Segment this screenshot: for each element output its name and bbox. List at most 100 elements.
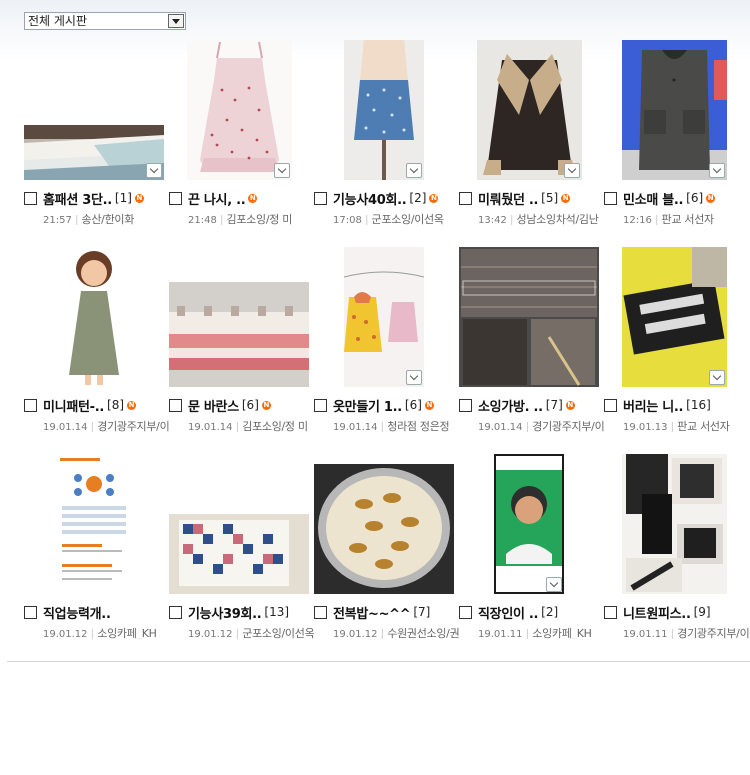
post-title[interactable]: 직장인이 .. bbox=[478, 603, 538, 622]
post-title[interactable]: 민소매 블.. bbox=[623, 189, 683, 208]
post-checkbox[interactable] bbox=[314, 398, 327, 412]
post-title[interactable]: 홈패션 3단.. bbox=[43, 189, 112, 208]
board-filter-select[interactable]: 전체 게시판 bbox=[24, 12, 186, 30]
chevron-down-icon[interactable] bbox=[546, 577, 562, 592]
post-card: 직업능력개.. 19.01.12 | 소잉카페_KH bbox=[24, 452, 169, 659]
post-title[interactable]: 소잉가방. .. bbox=[478, 396, 543, 415]
post-thumbnail[interactable] bbox=[54, 454, 134, 594]
post-title[interactable]: 옷만들기 1.. bbox=[333, 396, 402, 415]
meta-separator: | bbox=[364, 213, 369, 225]
post-title[interactable]: 문 바란스 bbox=[188, 396, 239, 415]
post-writer[interactable]: 경기광주지부/이 bbox=[97, 420, 169, 432]
post-checkbox[interactable] bbox=[169, 398, 182, 412]
post-thumbnail[interactable] bbox=[621, 247, 727, 387]
post-writer[interactable]: 수원권선소잉/권 bbox=[387, 627, 459, 639]
post-thumbnail[interactable] bbox=[169, 282, 309, 387]
post-title-line: 소잉가방. .. [7] N bbox=[459, 396, 604, 415]
post-title[interactable]: 버리는 니.. bbox=[623, 396, 683, 415]
post-checkbox[interactable] bbox=[169, 605, 182, 619]
post-thumbnail[interactable] bbox=[186, 40, 292, 180]
thumbnail-wrap bbox=[314, 245, 454, 387]
comment-count[interactable]: [5] bbox=[541, 191, 558, 205]
post-writer[interactable]: 성남소잉차석/김난 bbox=[517, 213, 599, 225]
post-thumbnail[interactable] bbox=[314, 464, 454, 594]
post-time: 21:48 bbox=[188, 215, 217, 225]
comment-count[interactable]: [6] bbox=[405, 398, 422, 412]
post-thumbnail[interactable] bbox=[494, 454, 564, 594]
post-checkbox[interactable] bbox=[314, 605, 327, 619]
post-time: 19.01.12 bbox=[333, 629, 378, 639]
post-title[interactable]: 기능사40회.. bbox=[333, 189, 407, 208]
post-thumbnail[interactable] bbox=[24, 125, 164, 180]
comment-count[interactable]: [6] bbox=[242, 398, 259, 412]
post-card: 옷만들기 1.. [6] N 19.01.14 | 청라점 정은정 bbox=[314, 245, 459, 452]
post-checkbox[interactable] bbox=[604, 605, 617, 619]
post-checkbox[interactable] bbox=[169, 191, 182, 205]
post-title[interactable]: 전복밥~~^^ bbox=[333, 603, 411, 622]
new-badge-icon: N bbox=[248, 193, 258, 203]
post-title[interactable]: 니트원피스.. bbox=[623, 603, 691, 622]
new-badge-icon: N bbox=[134, 193, 144, 203]
post-writer[interactable]: 경기광주지부/이 bbox=[532, 420, 604, 432]
thumbnail-wrap bbox=[459, 452, 599, 594]
post-writer[interactable]: 판교 서선자 bbox=[677, 420, 730, 432]
post-meta: 19.01.11 | 소잉카페_KH bbox=[478, 625, 604, 639]
post-checkbox[interactable] bbox=[314, 191, 327, 205]
post-checkbox[interactable] bbox=[24, 398, 37, 412]
chevron-down-icon[interactable] bbox=[273, 163, 290, 178]
comment-count[interactable]: [2] bbox=[541, 605, 558, 619]
post-checkbox[interactable] bbox=[604, 191, 617, 205]
comment-count[interactable]: [16] bbox=[686, 398, 711, 412]
new-badge-icon: N bbox=[429, 193, 439, 203]
post-title-line: 버리는 니.. [16] bbox=[604, 396, 749, 415]
post-thumbnail[interactable] bbox=[344, 247, 424, 387]
post-thumbnail[interactable] bbox=[59, 247, 129, 387]
post-writer[interactable]: 김포소잉/정 미 bbox=[242, 420, 308, 432]
post-writer[interactable]: 소잉카페_KH bbox=[97, 627, 157, 639]
post-writer[interactable]: 군포소잉/이선옥 bbox=[242, 627, 314, 639]
chevron-down-icon[interactable] bbox=[563, 163, 580, 178]
post-writer[interactable]: 김포소잉/정 미 bbox=[227, 213, 293, 225]
post-thumbnail[interactable] bbox=[476, 40, 582, 180]
post-thumbnail[interactable] bbox=[344, 40, 424, 180]
chevron-down-icon[interactable] bbox=[708, 163, 725, 178]
meta-separator: | bbox=[90, 420, 95, 432]
post-thumbnail[interactable] bbox=[169, 514, 309, 594]
post-thumbnail[interactable] bbox=[621, 454, 727, 594]
post-checkbox[interactable] bbox=[459, 398, 472, 412]
chevron-down-icon[interactable] bbox=[146, 163, 162, 178]
thumbnail-wrap bbox=[169, 38, 309, 180]
post-thumbnail[interactable] bbox=[459, 247, 599, 387]
comment-count[interactable]: [6] bbox=[686, 191, 703, 205]
comment-count[interactable]: [13] bbox=[264, 605, 289, 619]
chevron-down-icon[interactable] bbox=[406, 370, 422, 385]
chevron-down-icon[interactable] bbox=[168, 14, 184, 28]
post-title[interactable]: 끈 나시, .. bbox=[188, 189, 246, 208]
post-title[interactable]: 미뤄뒀던 .. bbox=[478, 189, 538, 208]
post-writer[interactable]: 소잉카페_KH bbox=[532, 627, 592, 639]
post-checkbox[interactable] bbox=[459, 605, 472, 619]
post-checkbox[interactable] bbox=[604, 398, 617, 412]
comment-count[interactable]: [2] bbox=[409, 191, 426, 205]
post-title[interactable]: 기능사39회.. bbox=[188, 603, 262, 622]
post-writer[interactable]: 판교 서선자 bbox=[662, 213, 715, 225]
comment-count[interactable]: [8] bbox=[107, 398, 124, 412]
comment-count[interactable]: [9] bbox=[694, 605, 711, 619]
post-writer[interactable]: 청라점 정은정 bbox=[387, 420, 449, 432]
post-checkbox[interactable] bbox=[459, 191, 472, 205]
post-checkbox[interactable] bbox=[24, 605, 37, 619]
post-card: 버리는 니.. [16] 19.01.13 | 판교 서선자 bbox=[604, 245, 749, 452]
post-title[interactable]: 미니패턴-.. bbox=[43, 396, 104, 415]
comment-count[interactable]: [1] bbox=[115, 191, 132, 205]
chevron-down-icon[interactable] bbox=[406, 163, 422, 178]
comment-count[interactable]: [7] bbox=[413, 605, 430, 619]
post-writer[interactable]: 군포소잉/이선옥 bbox=[372, 213, 444, 225]
comment-count[interactable]: [7] bbox=[546, 398, 563, 412]
post-checkbox[interactable] bbox=[24, 191, 37, 205]
post-card: 직장인이 .. [2] 19.01.11 | 소잉카페_KH bbox=[459, 452, 604, 659]
post-writer[interactable]: 송산/한이화 bbox=[82, 213, 135, 225]
chevron-down-icon[interactable] bbox=[708, 370, 725, 385]
post-writer[interactable]: 경기광주지부/이 bbox=[677, 627, 749, 639]
post-thumbnail[interactable] bbox=[621, 40, 727, 180]
post-title[interactable]: 직업능력개.. bbox=[43, 603, 111, 622]
